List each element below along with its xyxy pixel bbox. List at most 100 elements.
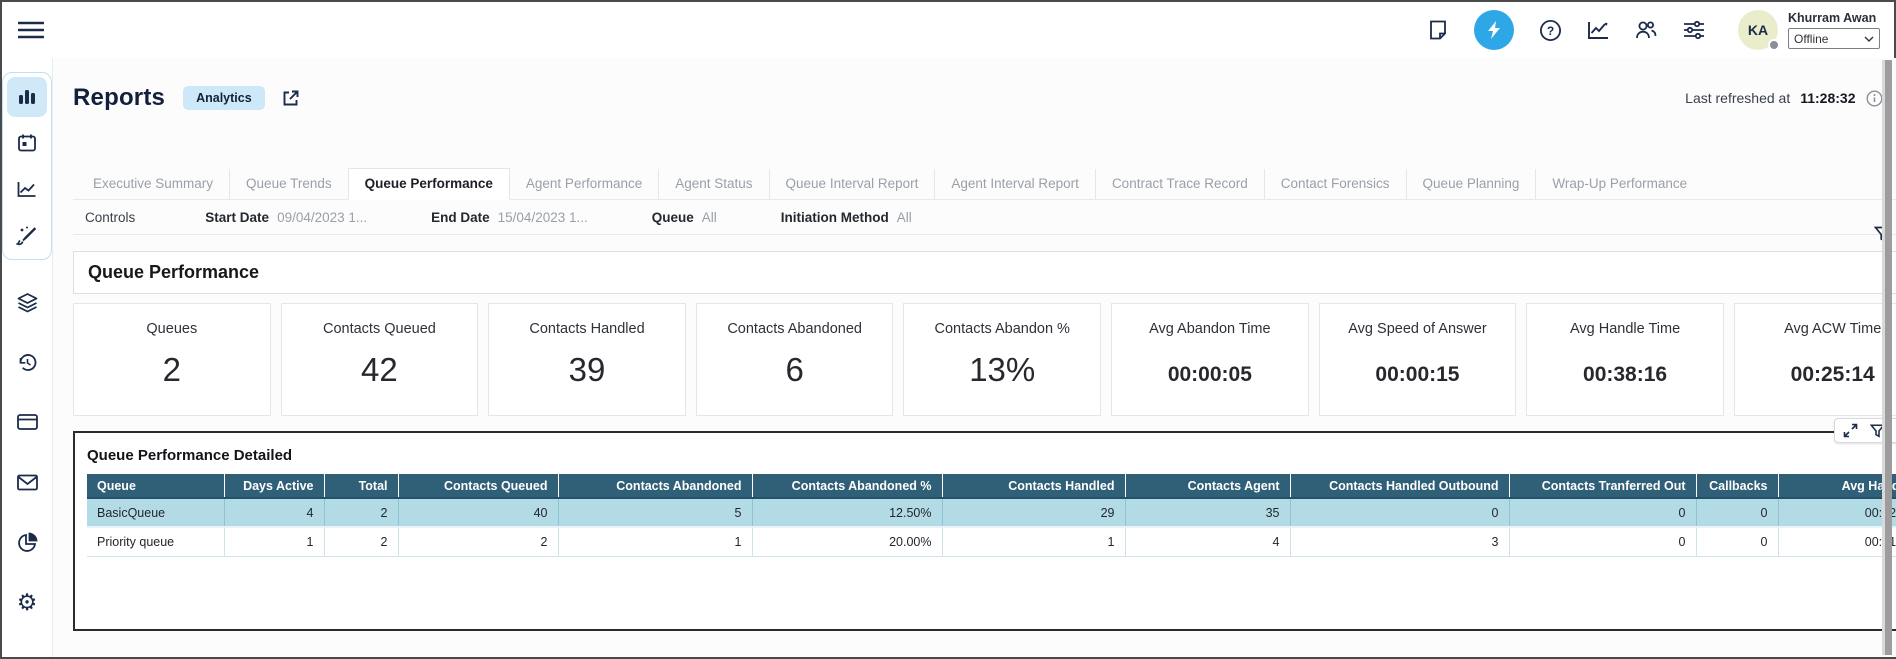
bolt-icon[interactable] xyxy=(1474,10,1514,50)
col-total[interactable]: Total xyxy=(324,474,398,498)
table-row-basicqueue[interactable]: BasicQueue 4 2 40 5 12.50% 29 35 0 0 0 0… xyxy=(87,498,1896,527)
last-refreshed-label: Last refreshed at xyxy=(1685,90,1790,106)
sidebar-item-mail[interactable] xyxy=(7,462,47,502)
cell: 00:01:1 xyxy=(1778,527,1896,556)
mail-icon xyxy=(16,473,39,492)
metric-card-avg-acw-time: Avg ACW Time 00:25:14 xyxy=(1734,303,1896,416)
control-label: Queue xyxy=(652,210,694,225)
external-link-icon[interactable] xyxy=(281,89,300,108)
metric-cards: Queues 2 Contacts Queued 42 Contacts Han… xyxy=(73,303,1896,416)
info-icon[interactable] xyxy=(1866,90,1883,107)
col-days-active[interactable]: Days Active xyxy=(224,474,324,498)
col-avg-handle[interactable]: Avg Handl. xyxy=(1778,474,1896,498)
cell: 29 xyxy=(942,498,1125,527)
tab-queue-planning[interactable]: Queue Planning xyxy=(1406,169,1536,199)
sidebar-item-settings[interactable]: ⚙ xyxy=(7,582,47,622)
cell: 20.00% xyxy=(752,527,942,556)
vertical-scrollbar[interactable] xyxy=(1882,60,1892,655)
menu-icon[interactable] xyxy=(18,20,44,40)
control-initiation-method[interactable]: Initiation Method All xyxy=(781,210,912,225)
line-chart-icon xyxy=(16,178,38,200)
cell: 3 xyxy=(1290,527,1509,556)
metric-value: 13% xyxy=(969,351,1035,389)
avatar-initials: KA xyxy=(1748,22,1768,38)
metrics-icon[interactable] xyxy=(1586,18,1610,42)
detailed-title: Queue Performance Detailed xyxy=(75,433,1896,474)
metric-label: Contacts Abandoned xyxy=(727,321,862,337)
avatar[interactable]: KA xyxy=(1738,10,1778,50)
cell: 0 xyxy=(1509,527,1696,556)
cell: 2 xyxy=(398,527,558,556)
sidebar-item-reports[interactable] xyxy=(7,77,47,117)
sidebar-item-window[interactable] xyxy=(7,402,47,442)
tab-queue-trends[interactable]: Queue Trends xyxy=(229,169,348,199)
tab-executive-summary[interactable]: Executive Summary xyxy=(77,169,229,199)
tab-agent-performance[interactable]: Agent Performance xyxy=(510,169,658,199)
col-contacts-abandoned[interactable]: Contacts Abandoned xyxy=(558,474,752,498)
last-refreshed-time: 11:28:32 xyxy=(1800,90,1855,106)
window-icon xyxy=(16,412,39,432)
cell: Priority queue xyxy=(87,527,224,556)
cell: 0 xyxy=(1290,498,1509,527)
col-queue[interactable]: Queue xyxy=(87,474,224,498)
topbar: ? KA Khurram Awan Offline xyxy=(2,2,1894,58)
refresh-cluster: Last refreshed at 11:28:32 xyxy=(1685,88,1896,109)
metric-value: 6 xyxy=(785,351,803,389)
tab-agent-status[interactable]: Agent Status xyxy=(658,169,768,199)
control-start-date[interactable]: Start Date 09/04/2023 1... xyxy=(205,210,367,225)
table-row-priority-queue[interactable]: Priority queue 1 2 2 1 20.00% 1 4 3 0 0 … xyxy=(87,527,1896,556)
users-icon[interactable] xyxy=(1634,18,1658,42)
tab-agent-interval-report[interactable]: Agent Interval Report xyxy=(934,169,1095,199)
note-icon[interactable] xyxy=(1426,18,1450,42)
sidebar-item-history[interactable] xyxy=(7,342,47,382)
control-end-date[interactable]: End Date 15/04/2023 1... xyxy=(431,210,588,225)
sidebar-secondary-group: ⚙ xyxy=(7,282,47,622)
metric-card-avg-handle-time: Avg Handle Time 00:38:16 xyxy=(1526,303,1724,416)
col-contacts-agent[interactable]: Contacts Agent xyxy=(1125,474,1290,498)
tab-queue-interval-report[interactable]: Queue Interval Report xyxy=(769,169,935,199)
col-contacts-handled-outbound[interactable]: Contacts Handled Outbound xyxy=(1290,474,1509,498)
sidebar-item-layers[interactable] xyxy=(7,282,47,322)
layers-icon xyxy=(16,291,39,314)
cell: BasicQueue xyxy=(87,498,224,527)
cell: 00:42:2 xyxy=(1778,498,1896,527)
col-contacts-handled[interactable]: Contacts Handled xyxy=(942,474,1125,498)
cell: 35 xyxy=(1125,498,1290,527)
tab-queue-performance[interactable]: Queue Performance xyxy=(348,168,510,200)
app-window: { "topbar": { "user_name": "Khurram Awan… xyxy=(0,0,1896,659)
tab-wrap-up-performance[interactable]: Wrap-Up Performance xyxy=(1535,169,1703,199)
page-title: Reports xyxy=(73,84,165,112)
sliders-icon[interactable] xyxy=(1682,18,1706,42)
col-contacts-tranferred-out[interactable]: Contacts Tranferred Out xyxy=(1509,474,1696,498)
gear-icon: ⚙ xyxy=(17,591,38,614)
detailed-table: Queue Days Active Total Contacts Queued … xyxy=(87,474,1896,557)
status-select[interactable]: Offline xyxy=(1788,28,1880,49)
scrollbar-thumb[interactable] xyxy=(1885,60,1892,655)
table-header-row: Queue Days Active Total Contacts Queued … xyxy=(87,474,1896,498)
sidebar-item-calendar[interactable] xyxy=(7,123,47,163)
metric-card-avg-speed-of-answer: Avg Speed of Answer 00:00:15 xyxy=(1319,303,1517,416)
cell: 1 xyxy=(558,527,752,556)
metric-label: Avg Abandon Time xyxy=(1149,321,1270,337)
metric-card-contacts-handled: Contacts Handled 39 xyxy=(488,303,686,416)
tab-contract-trace-record[interactable]: Contract Trace Record xyxy=(1095,169,1264,199)
metric-card-contacts-abandoned: Contacts Abandoned 6 xyxy=(696,303,894,416)
help-icon[interactable]: ? xyxy=(1538,18,1562,42)
tab-contact-forensics[interactable]: Contact Forensics xyxy=(1264,169,1406,199)
queue-performance-detailed-panel: ⋮ Queue Performance Detailed Queue Days … xyxy=(73,431,1896,631)
sidebar-item-design[interactable] xyxy=(7,215,47,255)
control-value: 15/04/2023 1... xyxy=(498,210,588,225)
metric-label: Contacts Handled xyxy=(529,321,644,337)
sidebar-item-pie-chart[interactable] xyxy=(7,522,47,562)
sidebar-item-metrics[interactable] xyxy=(7,169,47,209)
expand-icon[interactable] xyxy=(1843,423,1858,438)
body: ⚙ Reports Analytics Last refreshed at 11… xyxy=(2,58,1894,657)
metric-value: 42 xyxy=(361,351,398,389)
bar-chart-icon xyxy=(16,86,38,108)
col-contacts-abandoned-pct[interactable]: Contacts Abandoned % xyxy=(752,474,942,498)
control-queue[interactable]: Queue All xyxy=(652,210,717,225)
history-icon xyxy=(16,351,39,374)
col-contacts-queued[interactable]: Contacts Queued xyxy=(398,474,558,498)
col-callbacks[interactable]: Callbacks xyxy=(1696,474,1778,498)
cell: 2 xyxy=(324,498,398,527)
